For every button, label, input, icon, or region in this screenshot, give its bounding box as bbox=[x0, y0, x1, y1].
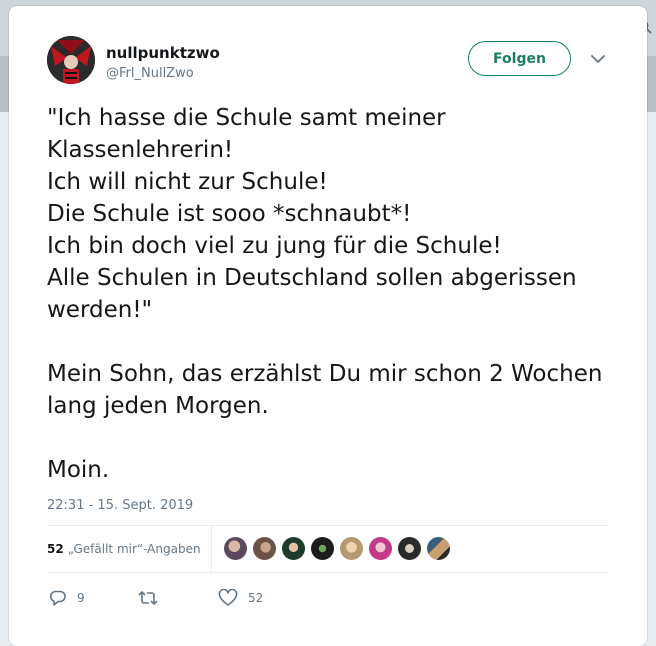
reply-button[interactable]: 9 bbox=[49, 584, 85, 612]
chevron-down-icon[interactable] bbox=[588, 51, 608, 67]
tweet-card: nullpunktzwo @Frl_NullZwo Folgen "Ich ha… bbox=[9, 6, 647, 646]
reply-icon bbox=[49, 589, 67, 607]
display-name[interactable]: nullpunktzwo bbox=[106, 44, 220, 62]
divider bbox=[211, 526, 212, 572]
tweet-actions: 9 52 bbox=[47, 584, 608, 612]
likes-label: „Gefällt mir“-Angaben bbox=[67, 542, 201, 556]
like-button[interactable]: 52 bbox=[218, 584, 263, 612]
retweet-button[interactable] bbox=[138, 584, 168, 612]
liker-avatar[interactable] bbox=[427, 537, 450, 560]
user-handle[interactable]: @Frl_NullZwo bbox=[106, 66, 194, 81]
liker-avatar[interactable] bbox=[311, 537, 334, 560]
tweet-text: "Ich hasse die Schule samt meiner Klasse… bbox=[47, 105, 603, 483]
likes-count-link[interactable]: 52 „Gefällt mir“-Angaben bbox=[47, 526, 201, 572]
likes-summary: 52 „Gefällt mir“-Angaben bbox=[47, 526, 608, 572]
liker-avatars bbox=[224, 537, 450, 561]
heart-icon bbox=[218, 589, 238, 607]
avatar[interactable] bbox=[47, 36, 95, 84]
liker-avatar[interactable] bbox=[398, 537, 421, 560]
tweet-timestamp[interactable]: 22:31 - 15. Sept. 2019 bbox=[47, 498, 193, 513]
likes-count: 52 bbox=[47, 542, 64, 556]
retweet-icon bbox=[138, 589, 158, 607]
liker-avatar[interactable] bbox=[282, 537, 305, 560]
follow-button[interactable]: Folgen bbox=[468, 41, 571, 76]
divider bbox=[47, 572, 608, 573]
liker-avatar[interactable] bbox=[224, 537, 247, 560]
liker-avatar[interactable] bbox=[253, 537, 276, 560]
liker-avatar[interactable] bbox=[369, 537, 392, 560]
liker-avatar[interactable] bbox=[340, 537, 363, 560]
like-count: 52 bbox=[248, 591, 264, 605]
reply-count: 9 bbox=[77, 591, 85, 605]
